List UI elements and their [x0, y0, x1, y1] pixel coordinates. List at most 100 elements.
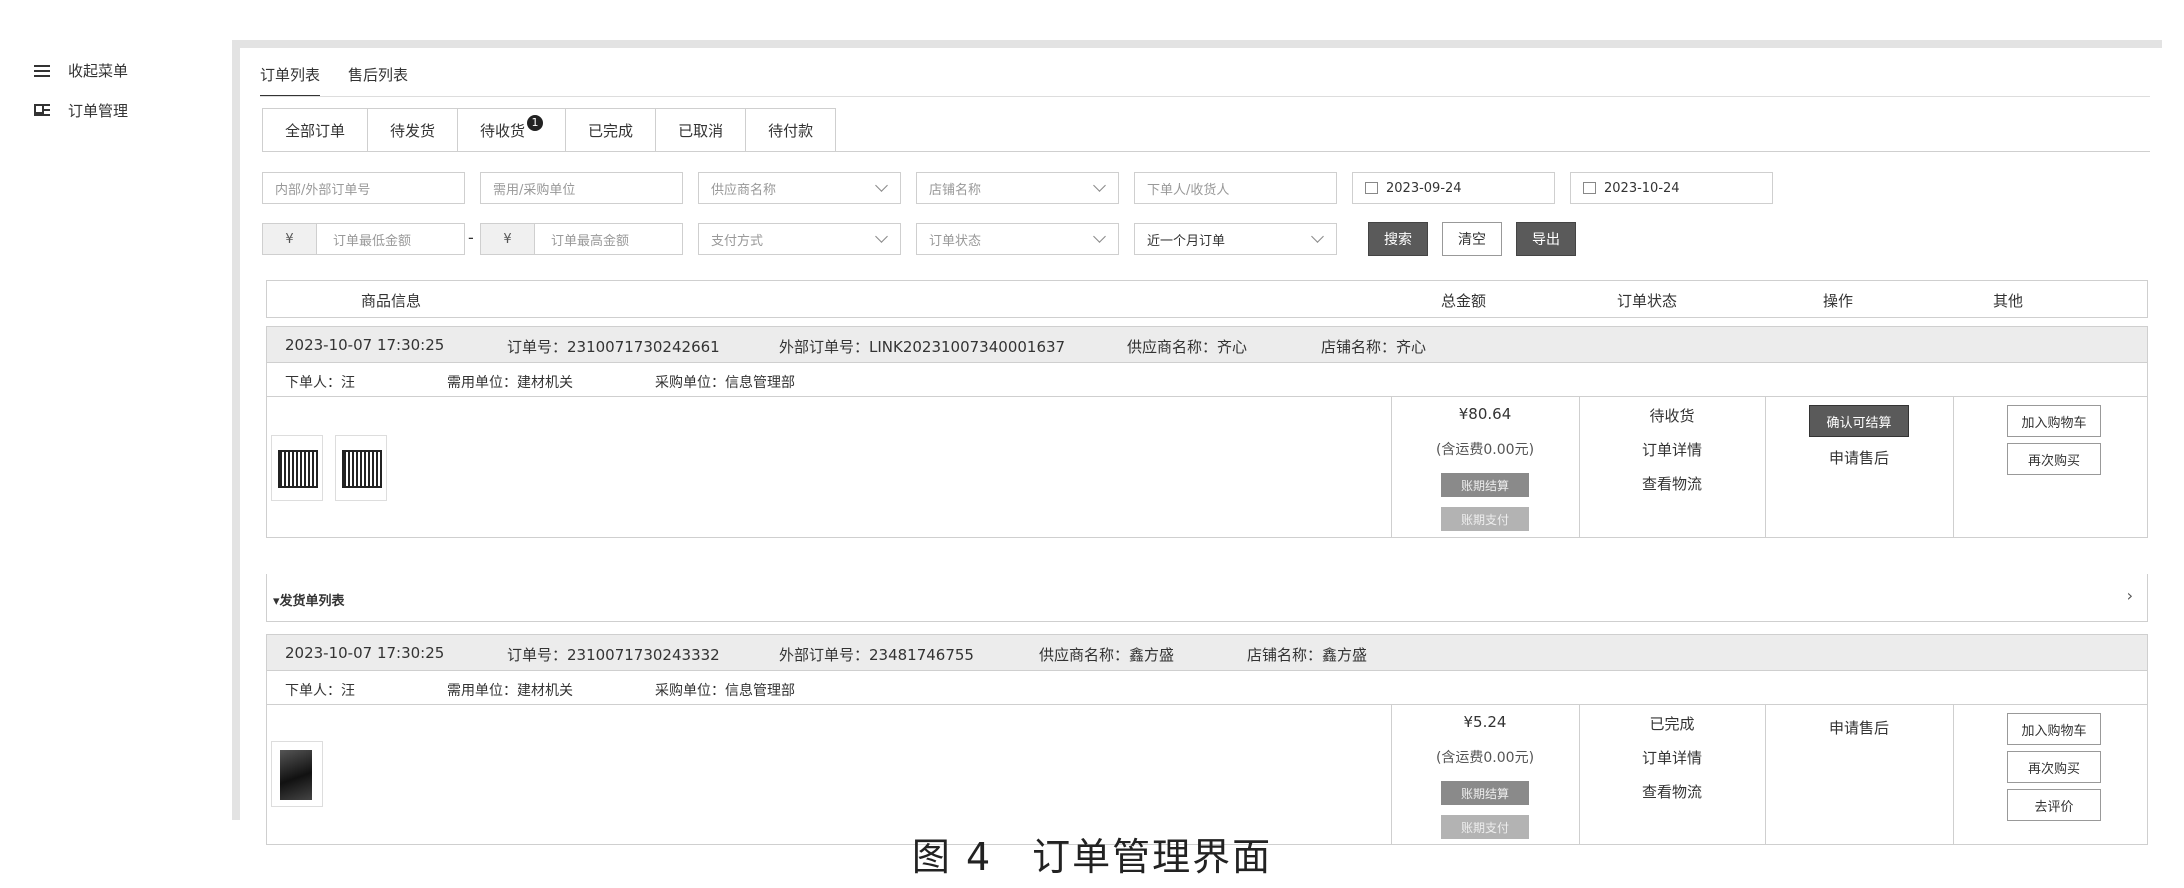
- external-order-number: 外部订单号：23481746755: [779, 646, 974, 664]
- demand-unit: 需用单位：建材机关: [447, 683, 573, 699]
- top-tabs-divider: [260, 96, 2150, 97]
- supplier-select[interactable]: 供应商名称: [698, 172, 901, 204]
- product-thumbnail[interactable]: [271, 435, 323, 501]
- placeholder-text: 供应商名称: [711, 182, 777, 198]
- date-end-picker[interactable]: 2023-10-24: [1570, 172, 1773, 204]
- order-number: 订单号：2310071730242661: [507, 338, 720, 356]
- supplier-name: 供应商名称：齐心: [1127, 338, 1248, 356]
- order-header: 2023-10-07 17:30:25 订单号：2310071730242661…: [267, 327, 2147, 363]
- order-body: ¥80.64 (含运费0.00元) 账期结算 账期支付 待收货 订单详情 查看物…: [267, 397, 2147, 537]
- order-number: 订单号：2310071730243332: [507, 646, 720, 664]
- collapse-menu-icon: [34, 63, 50, 79]
- chevron-down-icon: [875, 230, 888, 243]
- order-number-input[interactable]: 内部/外部订单号: [262, 172, 465, 204]
- after-sale-link[interactable]: 申请售后: [1765, 447, 1953, 468]
- tab-label: 全部订单: [285, 121, 346, 140]
- status-text: 已完成: [1649, 715, 1695, 733]
- order-card: 2023-10-07 17:30:25 订单号：2310071730242661…: [266, 326, 2148, 538]
- order-header: 2023-10-07 17:30:25 订单号：2310071730243332…: [267, 635, 2147, 671]
- tab-all-orders[interactable]: 全部订单: [262, 108, 369, 152]
- header-total: 总金额: [1441, 292, 1487, 310]
- placeholder-text: 内部/外部订单号: [275, 182, 371, 198]
- supplier-name: 供应商名称：鑫方盛: [1039, 646, 1175, 664]
- store-select[interactable]: 店铺名称: [916, 172, 1119, 204]
- purchase-unit: 采购单位：信息管理部: [655, 375, 795, 391]
- buy-again-button[interactable]: 再次购买: [2007, 751, 2101, 783]
- max-amount-input[interactable]: ¥ 订单最高金额: [480, 223, 683, 255]
- placeholder-text: 订单最低金额: [333, 233, 412, 249]
- product-image: [280, 750, 312, 800]
- top-tabs: 订单列表 售后列表: [260, 64, 408, 97]
- column-divider: [1953, 397, 1954, 537]
- period-settlement-tag: 账期结算: [1441, 473, 1529, 497]
- chevron-down-icon: [1311, 230, 1324, 243]
- sidebar-item-orders[interactable]: 订单管理: [34, 100, 128, 121]
- figure-caption: 图 4 订单管理界面: [911, 835, 1273, 879]
- add-to-cart-button[interactable]: 加入购物车: [2007, 713, 2101, 745]
- shipping-note: (含运费0.00元): [1435, 442, 1535, 458]
- tab-pending-receipt[interactable]: 待收货 1: [458, 108, 567, 152]
- after-sale-link[interactable]: 申请售后: [1765, 717, 1953, 738]
- placeholder-text: 店铺名称: [929, 182, 982, 198]
- order-subheader: 下单人：汪 需用单位：建材机关 采购单位：信息管理部: [267, 363, 2147, 397]
- sidebar-item-label: 订单管理: [68, 102, 129, 120]
- person-input[interactable]: 下单人/收货人: [1134, 172, 1337, 204]
- range-dash: -: [468, 228, 474, 247]
- date-value: 2023-10-24: [1604, 180, 1680, 196]
- export-button[interactable]: 导出: [1516, 222, 1576, 256]
- buyer-name: 下单人：汪: [285, 375, 355, 391]
- shipment-list-toggle[interactable]: ▾发货单列表 ›: [266, 574, 2148, 622]
- view-logistics-link[interactable]: 查看物流: [1579, 781, 1765, 802]
- tab-pending-shipment[interactable]: 待发货: [368, 108, 459, 152]
- period-select[interactable]: 近一个月订单: [1134, 223, 1337, 255]
- sidebar-item-collapse[interactable]: 收起菜单: [34, 60, 128, 81]
- header-status: 订单状态: [1617, 292, 1678, 310]
- order-time: 2023-10-07 17:30:25: [285, 336, 445, 354]
- app-root: 收起菜单 订单管理 订单列表 售后列表 全部订单 待发货 待收货 1 已完成 已取…: [0, 0, 2184, 888]
- external-order-number: 外部订单号：LINK20231007340001637: [779, 338, 1066, 356]
- chevron-down-icon: [1093, 179, 1106, 192]
- tab-completed[interactable]: 已完成: [566, 108, 657, 152]
- product-thumbnail[interactable]: [271, 741, 323, 807]
- pay-method-select[interactable]: 支付方式: [698, 223, 901, 255]
- order-detail-link[interactable]: 订单详情: [1579, 439, 1765, 460]
- product-thumbnail[interactable]: [335, 435, 387, 501]
- view-logistics-link[interactable]: 查看物流: [1579, 473, 1765, 494]
- unit-input[interactable]: 需用/采购单位: [480, 172, 683, 204]
- sidebar: 收起菜单 订单管理: [0, 0, 232, 820]
- chevron-right-icon: ›: [2126, 586, 2133, 605]
- min-amount-input[interactable]: ¥ 订单最低金额: [262, 223, 465, 255]
- currency-prefix: ¥: [481, 224, 535, 254]
- placeholder-text: 订单最高金额: [551, 233, 630, 249]
- tab-pending-payment[interactable]: 待付款: [746, 108, 837, 152]
- status-tabs-divider: [262, 151, 2150, 152]
- tab-cancelled[interactable]: 已取消: [656, 108, 747, 152]
- header-action: 操作: [1823, 292, 1854, 310]
- clear-button[interactable]: 清空: [1442, 222, 1502, 256]
- date-start-picker[interactable]: 2023-09-24: [1352, 172, 1555, 204]
- purchase-unit: 采购单位：信息管理部: [655, 683, 795, 699]
- search-button[interactable]: 搜索: [1368, 222, 1428, 256]
- tab-after-sale-list[interactable]: 售后列表: [348, 64, 408, 97]
- confirm-settle-button[interactable]: 确认可结算: [1809, 405, 1909, 437]
- shipment-list-label: ▾发货单列表: [273, 594, 345, 609]
- calendar-icon: [1583, 182, 1596, 194]
- placeholder-text: 需用/采购单位: [493, 182, 576, 198]
- order-body: ¥5.24 (含运费0.00元) 账期结算 账期支付 已完成 订单详情 查看物流…: [267, 705, 2147, 845]
- add-to-cart-button[interactable]: 加入购物车: [2007, 405, 2101, 437]
- period-settlement-tag: 账期结算: [1441, 781, 1529, 805]
- buy-again-button[interactable]: 再次购买: [2007, 443, 2101, 475]
- tab-order-list[interactable]: 订单列表: [260, 64, 321, 97]
- placeholder-text: 订单状态: [929, 233, 982, 249]
- write-review-button[interactable]: 去评价: [2007, 789, 2101, 821]
- header-goods: 商品信息: [361, 292, 422, 310]
- tab-label: 待付款: [768, 121, 814, 140]
- header-other: 其他: [1993, 292, 2024, 310]
- order-detail-link[interactable]: 订单详情: [1579, 747, 1765, 768]
- status-tabs: 全部订单 待发货 待收货 1 已完成 已取消 待付款: [262, 108, 837, 152]
- order-status-select[interactable]: 订单状态: [916, 223, 1119, 255]
- tab-label: 已完成: [588, 121, 634, 140]
- buyer-name: 下单人：汪: [285, 683, 355, 699]
- tab-label: 待发货: [390, 121, 436, 140]
- product-image: [278, 450, 318, 488]
